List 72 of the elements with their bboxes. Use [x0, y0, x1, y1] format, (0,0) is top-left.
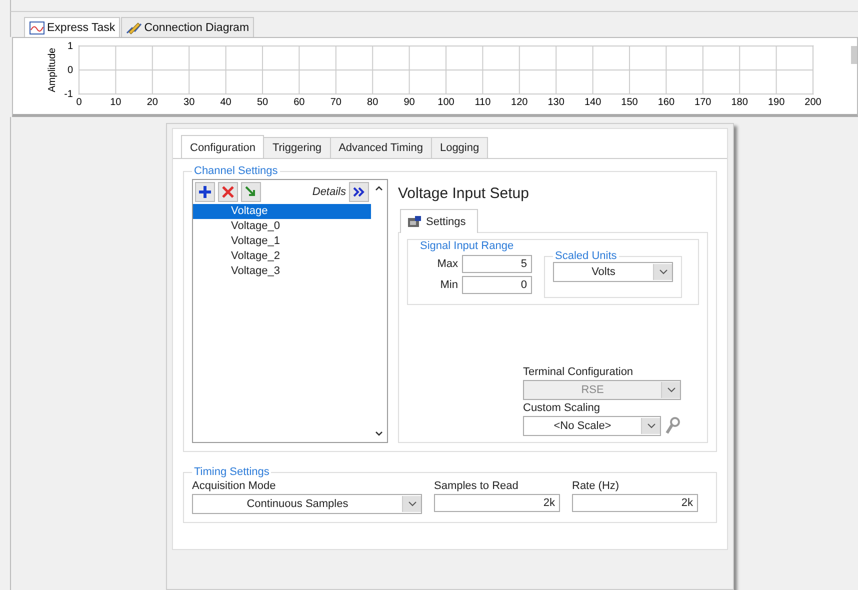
scrollbar[interactable]: [371, 179, 388, 443]
view-tab[interactable]: Express Task: [24, 17, 120, 37]
chevron-down-icon: [666, 387, 676, 393]
field-label: Samples to Read: [434, 480, 520, 492]
tick-label: 160: [658, 97, 675, 108]
tick-label: 20: [146, 97, 158, 108]
samples-field[interactable]: 2k: [434, 494, 560, 512]
expand-icon[interactable]: [349, 182, 369, 202]
tick-label: 180: [731, 97, 748, 108]
chevron-down-icon: [646, 423, 656, 429]
tick-label: 30: [184, 97, 195, 108]
tick-label: 0: [76, 97, 82, 108]
tick-label: 0: [67, 65, 73, 76]
tick-label: 120: [511, 97, 528, 108]
field-label: Min: [439, 279, 458, 291]
tick-label: 70: [330, 97, 342, 108]
delete-icon[interactable]: [218, 182, 238, 202]
tick-label: 80: [367, 97, 378, 108]
group-title: Signal Input Range: [419, 240, 515, 252]
chevron-up-icon[interactable]: [374, 184, 384, 192]
axis-label: Amplitude: [47, 48, 58, 92]
chevron-down-icon[interactable]: [374, 430, 384, 438]
chevron-down-icon: [658, 269, 668, 275]
tick-label: 1: [67, 41, 73, 52]
settings-tab[interactable]: Settings: [400, 209, 478, 233]
group-title: Scaled Units: [554, 250, 618, 262]
tick-label: 100: [438, 97, 454, 108]
tick-label: -1: [64, 89, 73, 100]
tick-label: 90: [404, 97, 415, 108]
tick-label: 130: [548, 97, 564, 108]
wrench-icon[interactable]: [665, 417, 681, 435]
rate-field[interactable]: 2k: [572, 494, 698, 512]
field-label: Max: [436, 258, 458, 270]
pencil-chart-icon: [126, 20, 142, 34]
units-dropdown[interactable]: Volts: [553, 262, 673, 282]
tick-label: 110: [474, 97, 491, 108]
tick-label: 10: [110, 97, 122, 108]
tick-label: 60: [294, 97, 305, 108]
field-label: Rate (Hz): [572, 480, 620, 492]
dialog-tab[interactable]: Configuration: [181, 135, 264, 158]
dialog-tab[interactable]: Logging: [430, 137, 488, 158]
waveform-icon: [29, 20, 45, 34]
dialog-tab[interactable]: Advanced Timing: [330, 137, 432, 158]
tick-label: 50: [256, 97, 268, 108]
chevron-down-icon: [408, 501, 416, 507]
scaling-dropdown[interactable]: <No Scale>: [523, 416, 661, 436]
channel-item[interactable]: Voltage_3: [193, 264, 371, 279]
tick-label: 190: [768, 97, 785, 108]
channel-item[interactable]: Voltage: [193, 204, 371, 219]
group-title: Timing Settings: [193, 466, 270, 478]
field-label: Custom Scaling: [523, 402, 602, 414]
setup-title: Voltage Input Setup: [398, 185, 530, 202]
mode-dropdown[interactable]: Continuous Samples: [192, 494, 422, 514]
tick-label: 200: [804, 97, 822, 108]
details-label: Details: [312, 186, 346, 198]
view-tab[interactable]: Connection Diagram: [121, 17, 254, 37]
add-icon[interactable]: [195, 182, 215, 202]
field-label: Terminal Configuration: [523, 366, 634, 378]
field-label: Acquisition Mode: [192, 480, 277, 492]
channel-item[interactable]: Voltage_2: [193, 249, 371, 264]
scrollbar[interactable]: [851, 46, 857, 64]
group-title: Channel Settings: [193, 165, 279, 177]
max-field[interactable]: 5: [462, 255, 532, 273]
tick-label: 140: [584, 97, 602, 108]
min-field[interactable]: 0: [462, 276, 532, 294]
dialog-tab[interactable]: Triggering: [263, 137, 331, 158]
tick-label: 170: [694, 97, 712, 108]
tick-label: 40: [220, 97, 232, 108]
channel-item[interactable]: Voltage_0: [193, 219, 371, 234]
channel-item[interactable]: Voltage_1: [193, 234, 371, 249]
settings-icon: [407, 215, 422, 228]
tick-label: 150: [621, 97, 638, 108]
